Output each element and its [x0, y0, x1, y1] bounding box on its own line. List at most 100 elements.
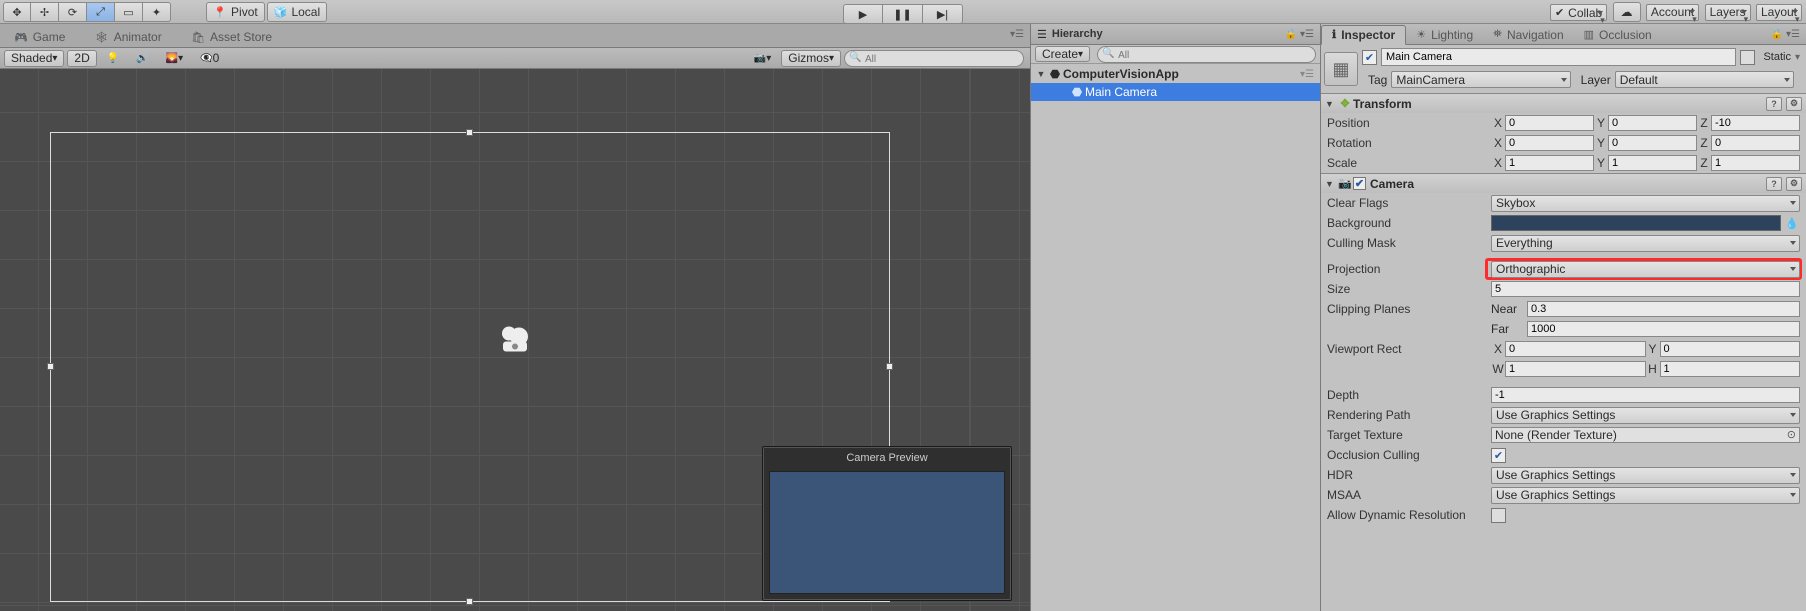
- hierarchy-search-input[interactable]: [1118, 50, 1307, 61]
- hdr-dropdown[interactable]: Use Graphics Settings: [1491, 467, 1800, 484]
- hierarchy-search[interactable]: [1097, 46, 1316, 63]
- transform-context-button[interactable]: ⚙: [1786, 97, 1802, 111]
- scene-context-icon[interactable]: ▾☰: [1300, 69, 1320, 80]
- viewport-x-field[interactable]: [1505, 341, 1646, 357]
- scene-viewport[interactable]: Camera Preview: [0, 69, 1030, 611]
- animator-icon: 🕸: [95, 31, 109, 44]
- scene-search[interactable]: [844, 50, 1024, 67]
- target-texture-field[interactable]: None (Render Texture): [1491, 427, 1800, 443]
- transform-header[interactable]: ▼ ✥ Transform ?⚙: [1321, 94, 1806, 113]
- move-tool-button[interactable]: ✢: [31, 2, 59, 22]
- expand-arrow-icon[interactable]: ▼: [1035, 69, 1047, 79]
- gameobject-active-checkbox[interactable]: ✔: [1362, 50, 1377, 65]
- tab-inspector[interactable]: ℹInspector: [1321, 25, 1406, 45]
- gameobject-name-field[interactable]: [1381, 48, 1736, 66]
- transform-help-button[interactable]: ?: [1766, 97, 1782, 111]
- handle-left[interactable]: [47, 363, 54, 370]
- rendering-path-dropdown[interactable]: Use Graphics Settings: [1491, 407, 1800, 424]
- local-toggle-button[interactable]: 🧊Local: [267, 2, 327, 22]
- scene-search-input[interactable]: [865, 54, 1015, 65]
- camera-gizmo-icon[interactable]: [495, 324, 535, 357]
- pivot-toggle-button[interactable]: 📍Pivot: [206, 2, 264, 22]
- tab-animator[interactable]: 🕸Animator: [85, 27, 172, 47]
- tab-game[interactable]: 🎮Game: [4, 27, 75, 47]
- tab-lighting[interactable]: ☀Lighting: [1406, 25, 1483, 45]
- layer-dropdown[interactable]: Default: [1615, 71, 1794, 88]
- far-field[interactable]: [1527, 321, 1800, 337]
- camera-context-button[interactable]: ⚙: [1786, 177, 1802, 191]
- occlusion-icon: ▥: [1584, 28, 1594, 41]
- static-checkbox[interactable]: [1740, 50, 1755, 65]
- hierarchy-scene-row[interactable]: ▼ ⬣ ComputerVisionApp ▾☰: [1031, 65, 1320, 83]
- account-button[interactable]: Account: [1646, 4, 1699, 21]
- handle-right[interactable]: [886, 363, 893, 370]
- scale-tool-button[interactable]: ⤢: [87, 2, 115, 22]
- eyedropper-icon[interactable]: 💧: [1784, 215, 1800, 231]
- rotation-x-field[interactable]: [1505, 135, 1594, 151]
- culling-mask-dropdown[interactable]: Everything: [1491, 235, 1800, 252]
- rect-tool-button[interactable]: ▭: [115, 2, 143, 22]
- position-z-field[interactable]: [1711, 115, 1800, 131]
- viewport-w-field[interactable]: [1505, 361, 1646, 377]
- target-texture-label: Target Texture: [1327, 428, 1491, 442]
- inspector-menu-icon[interactable]: 🔒 ▾☰: [1771, 29, 1806, 40]
- rotation-y-field[interactable]: [1608, 135, 1697, 151]
- hierarchy-menu-icon[interactable]: 🔒 ▾☰: [1285, 29, 1314, 40]
- size-field[interactable]: [1491, 281, 1800, 297]
- background-color-swatch[interactable]: [1491, 215, 1781, 231]
- scale-y-field[interactable]: [1608, 155, 1697, 171]
- fold-arrow-icon[interactable]: ▼: [1325, 99, 1337, 109]
- depth-field[interactable]: [1491, 387, 1800, 403]
- scene-camera-icon[interactable]: 📷▾: [747, 50, 778, 67]
- camera-help-button[interactable]: ?: [1766, 177, 1782, 191]
- scene-tab-menu-icon[interactable]: ▾☰: [1010, 29, 1024, 40]
- pause-button[interactable]: ❚❚: [883, 4, 923, 24]
- static-dropdown-icon[interactable]: ▾: [1795, 52, 1800, 63]
- gizmos-dropdown[interactable]: Gizmos ▾: [781, 50, 841, 67]
- position-x-field[interactable]: [1505, 115, 1594, 131]
- tab-lighting-label: Lighting: [1431, 28, 1473, 42]
- hierarchy-create-button[interactable]: Create ▾: [1035, 46, 1090, 62]
- hierarchy-item-main-camera[interactable]: ⬣ Main Camera: [1031, 83, 1320, 101]
- viewport-h-field[interactable]: [1660, 361, 1801, 377]
- multi-tool-button[interactable]: ✦: [143, 2, 171, 22]
- scale-z-field[interactable]: [1711, 155, 1800, 171]
- viewport-y-field[interactable]: [1660, 341, 1801, 357]
- clear-flags-dropdown[interactable]: Skybox: [1491, 195, 1800, 212]
- tab-navigation[interactable]: ⛯Navigation: [1483, 25, 1574, 45]
- camera-title: Camera: [1370, 177, 1414, 191]
- tab-occlusion[interactable]: ▥Occlusion: [1574, 25, 1662, 45]
- layout-button[interactable]: Layout: [1756, 4, 1802, 21]
- collab-button[interactable]: ✔Collab: [1550, 4, 1607, 21]
- lighting-toggle[interactable]: 💡: [100, 50, 126, 67]
- rotation-z-field[interactable]: [1711, 135, 1800, 151]
- handle-top[interactable]: [466, 129, 473, 136]
- play-button[interactable]: ▶: [843, 4, 883, 24]
- hand-tool-button[interactable]: ✥: [3, 2, 31, 22]
- 2d-toggle[interactable]: 2D: [67, 50, 96, 67]
- near-field[interactable]: [1527, 301, 1800, 317]
- hidden-toggle[interactable]: 👁‍🗨0: [193, 50, 226, 67]
- msaa-row: MSAA Use Graphics Settings: [1321, 485, 1806, 505]
- camera-header[interactable]: ▼ 📷 ✔ Camera ?⚙: [1321, 174, 1806, 193]
- hierarchy-tree[interactable]: ▼ ⬣ ComputerVisionApp ▾☰ ⬣ Main Camera: [1031, 65, 1320, 611]
- dyn-res-checkbox[interactable]: [1491, 508, 1506, 523]
- camera-enabled-checkbox[interactable]: ✔: [1353, 177, 1366, 190]
- gameobject-type-icon[interactable]: ▦: [1324, 52, 1358, 86]
- rotate-tool-button[interactable]: ⟳: [59, 2, 87, 22]
- scale-x-field[interactable]: [1505, 155, 1594, 171]
- shaded-dropdown[interactable]: Shaded ▾: [4, 50, 64, 67]
- audio-toggle[interactable]: 🔊: [129, 50, 155, 67]
- fold-arrow-icon[interactable]: ▼: [1325, 179, 1337, 189]
- layers-button[interactable]: Layers: [1705, 4, 1751, 21]
- tag-dropdown[interactable]: MainCamera: [1391, 71, 1570, 88]
- position-y-field[interactable]: [1608, 115, 1697, 131]
- projection-dropdown[interactable]: Orthographic: [1491, 261, 1800, 278]
- fx-toggle[interactable]: 🌄▾: [159, 50, 190, 67]
- msaa-dropdown[interactable]: Use Graphics Settings: [1491, 487, 1800, 504]
- occlusion-culling-checkbox[interactable]: ✔: [1491, 448, 1506, 463]
- handle-bottom[interactable]: [466, 598, 473, 605]
- tab-assetstore[interactable]: 🛍Asset Store: [181, 27, 282, 47]
- cloud-button[interactable]: ☁: [1613, 2, 1641, 22]
- step-button[interactable]: ▶|: [923, 4, 963, 24]
